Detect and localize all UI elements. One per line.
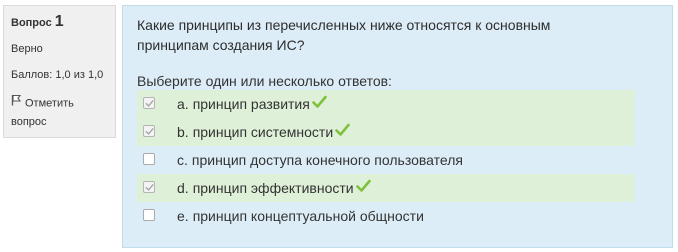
- question-info-panel: Вопрос 1 Верно Баллов: 1,0 из 1,0 Отметит…: [3, 5, 116, 138]
- question-label: Вопрос: [11, 17, 52, 29]
- answer-checkbox-c[interactable]: [143, 153, 155, 165]
- answer-option-b[interactable]: b. принцип системности: [137, 118, 635, 146]
- flag-icon: [11, 94, 22, 113]
- answer-list: a. принцип развития b. принцип системности…: [137, 90, 658, 230]
- answer-letter-c: c.: [177, 152, 188, 168]
- answer-label-e: e. принцип концептуальной общности: [177, 202, 424, 230]
- question-text: Какие принципы из перечисленных ниже отн…: [137, 15, 658, 55]
- answer-text-d: принцип эффективности: [192, 180, 354, 196]
- answer-option-e[interactable]: e. принцип концептуальной общности: [137, 202, 635, 230]
- checkmark-icon: [145, 128, 154, 135]
- checkmark-icon: [145, 100, 154, 107]
- question-content-panel: Какие принципы из перечисленных ниже отн…: [122, 5, 673, 248]
- answer-option-a[interactable]: a. принцип развития: [137, 90, 635, 118]
- question-grade: Баллов: 1,0 из 1,0: [11, 69, 104, 81]
- question-text-line1: Какие принципы из перечисленных ниже отн…: [137, 17, 551, 33]
- flag-label-line2: вопрос: [11, 116, 47, 129]
- answer-text-b: принцип системности: [192, 124, 334, 140]
- question-number-value: 1: [54, 13, 64, 30]
- answer-checkbox-b[interactable]: [143, 125, 155, 137]
- answer-label-d: d. принцип эффективности: [177, 174, 371, 202]
- answer-label-a: a. принцип развития: [177, 90, 327, 118]
- question-state: Верно: [11, 43, 43, 55]
- answer-letter-e: e.: [177, 208, 189, 224]
- answer-letter-a: a.: [177, 96, 189, 112]
- answer-text-a: принцип развития: [192, 96, 310, 112]
- answer-checkbox-a[interactable]: [143, 97, 155, 109]
- flag-label-line1: Отметить: [25, 97, 74, 110]
- question-text-line2: принципам создания ИС?: [137, 37, 305, 53]
- answer-letter-b: b.: [177, 124, 189, 140]
- answer-text-e: принцип концептуальной общности: [192, 208, 424, 224]
- answer-option-d[interactable]: d. принцип эффективности: [137, 174, 635, 202]
- question-number: Вопрос 1: [11, 13, 108, 31]
- answer-text-c: принцип доступа конечного пользователя: [191, 152, 463, 168]
- answer-checkbox-e[interactable]: [143, 209, 155, 221]
- answer-letter-d: d.: [177, 180, 189, 196]
- answer-prompt: Выберите один или несколько ответов:: [137, 73, 392, 89]
- checkmark-icon: [145, 184, 154, 191]
- correct-tick-icon: [335, 118, 350, 146]
- answer-label-c: c. принцип доступа конечного пользователя: [177, 146, 463, 174]
- answer-checkbox-d[interactable]: [143, 181, 155, 193]
- correct-tick-icon: [355, 174, 371, 202]
- answer-label-b: b. принцип системности: [177, 118, 350, 146]
- flag-question-button[interactable]: Отметить вопрос: [11, 94, 108, 132]
- correct-tick-icon: [312, 90, 327, 118]
- answer-option-c[interactable]: c. принцип доступа конечного пользователя: [137, 146, 635, 174]
